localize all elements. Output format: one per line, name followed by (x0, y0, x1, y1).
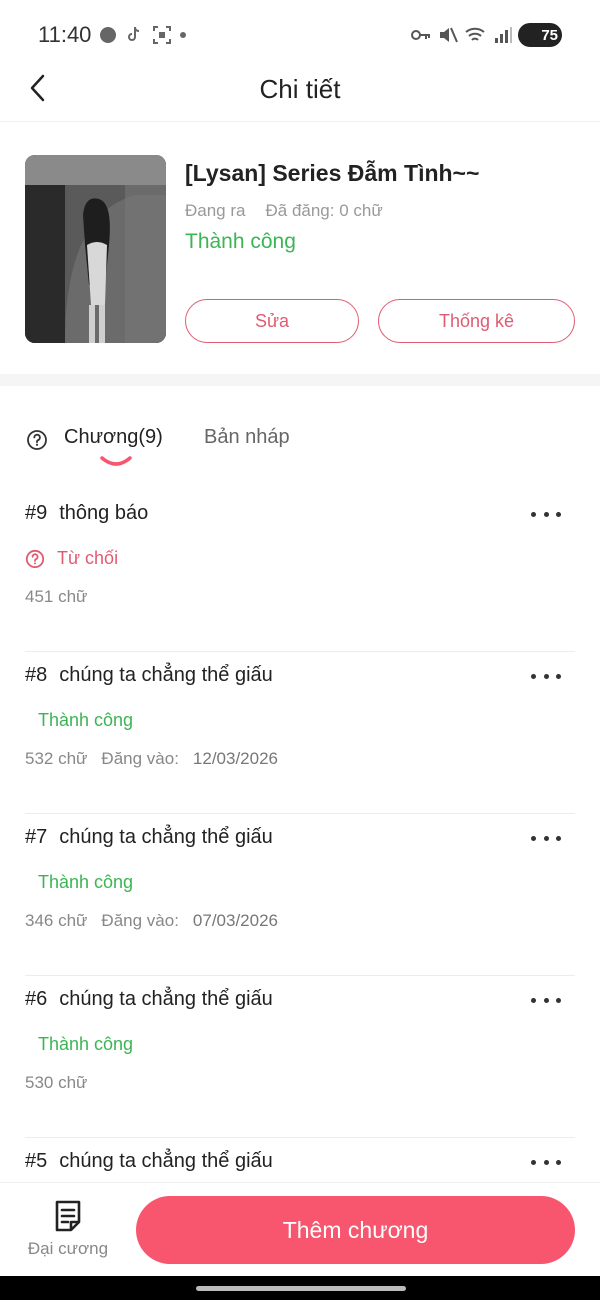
chapter-item[interactable]: #8 chúng ta chẳng thể giấu Thành công 532… (25, 652, 575, 814)
book-word-count: Đã đăng: 0 chữ (265, 201, 383, 220)
chapter-number: #5 (25, 1150, 48, 1172)
bottom-bar: Đại cương Thêm chương (0, 1182, 600, 1276)
chapter-meta: 346 chữ Đăng vào: 07/03/2026 (25, 911, 278, 931)
chapter-title: #7 chúng ta chẳng thể giấu (25, 826, 273, 849)
system-nav-bar (0, 1276, 600, 1300)
section-divider (0, 374, 600, 386)
stats-button[interactable]: Thống kê (378, 299, 575, 343)
header: Chi tiết (0, 58, 600, 122)
more-options-icon[interactable] (531, 828, 561, 848)
book-state: Đang ra (185, 201, 246, 220)
key-icon (411, 30, 430, 40)
chapter-word-count: 532 chữ (25, 749, 88, 768)
chapter-list: #9 thông báo Từ chối 451 chữ #8 chúng ta c… (25, 490, 575, 1300)
chapter-number: #9 (25, 502, 48, 524)
book-meta: Đang ra Đã đăng: 0 chữ (185, 201, 383, 221)
posted-label: Đăng vào: (101, 749, 179, 768)
home-gesture-handle[interactable] (196, 1286, 406, 1291)
posted-label: Đăng vào: (101, 911, 179, 930)
reject-help-icon (25, 549, 45, 568)
chapter-status-text: Từ chối (57, 548, 119, 568)
notification-dot-icon (180, 32, 186, 38)
chapter-word-count: 346 chữ (25, 911, 88, 930)
signal-icon (495, 27, 512, 43)
chapter-title: #6 chúng ta chẳng thể giấu (25, 988, 273, 1011)
chapter-word-count: 451 chữ (25, 587, 88, 606)
screenshot-icon (153, 26, 171, 44)
tab-chapters[interactable]: Chương(9) (64, 426, 163, 449)
chapter-meta: 532 chữ Đăng vào: 12/03/2026 (25, 749, 278, 769)
chapter-name: chúng ta chẳng thể giấu (59, 664, 273, 686)
book-title: [Lysan] Series Đẫm Tình~~ (185, 160, 480, 186)
more-options-icon[interactable] (531, 666, 561, 686)
more-options-icon[interactable] (531, 504, 561, 524)
outline-button[interactable]: Đại cương (20, 1199, 116, 1265)
chapter-title: #8 chúng ta chẳng thể giấu (25, 664, 273, 687)
chapter-status: Thành công (38, 1034, 134, 1054)
add-chapter-button[interactable]: Thêm chương (136, 1196, 575, 1264)
chapter-tabs: Chương(9) Bản nháp (0, 420, 600, 476)
book-card: [Lysan] Series Đẫm Tình~~ Đang ra Đã đăn… (0, 122, 600, 372)
outline-label: Đại cương (27, 1239, 109, 1258)
edit-button[interactable]: Sửa (185, 299, 359, 343)
status-left-icons (100, 22, 186, 48)
active-tab-indicator (100, 456, 132, 466)
page-title: Chi tiết (259, 74, 341, 104)
chapter-status: Thành công (38, 872, 134, 892)
chapter-title: #9 thông báo (25, 502, 148, 525)
cover-photo (25, 155, 166, 343)
document-icon (55, 1200, 81, 1232)
chapter-word-count: 530 chữ (25, 1073, 88, 1092)
chapter-item[interactable]: #7 chúng ta chẳng thể giấu Thành công 346… (25, 814, 575, 976)
chapter-number: #8 (25, 664, 48, 686)
chapter-item[interactable]: #9 thông báo Từ chối 451 chữ (25, 490, 575, 652)
battery-level: 75 (541, 26, 558, 44)
chapter-name: thông báo (59, 502, 149, 524)
more-options-icon[interactable] (531, 1152, 561, 1172)
chapter-name: chúng ta chẳng thể giấu (59, 1150, 273, 1172)
book-status: Thành công (185, 230, 296, 253)
chapter-title: #5 chúng ta chẳng thể giấu (25, 1150, 273, 1173)
posted-date: 12/03/2026 (192, 749, 279, 768)
moon-icon (100, 27, 116, 43)
chapter-status: Thành công (38, 710, 134, 730)
status-right-icons: 75 (410, 22, 562, 48)
chapter-meta: 530 chữ (25, 1073, 87, 1093)
tiktok-icon (128, 26, 140, 41)
more-options-icon[interactable] (531, 990, 561, 1010)
help-icon[interactable] (26, 429, 48, 451)
posted-date: 07/03/2026 (192, 911, 279, 930)
mute-icon (440, 27, 458, 43)
chapter-name: chúng ta chẳng thể giấu (59, 988, 273, 1010)
chapter-meta: 451 chữ (25, 587, 87, 607)
tab-drafts[interactable]: Bản nháp (204, 426, 290, 449)
chapter-item[interactable]: #6 chúng ta chẳng thể giấu Thành công 530… (25, 976, 575, 1138)
battery-indicator: 75 (518, 23, 562, 47)
chapter-name: chúng ta chẳng thể giấu (59, 826, 273, 848)
wifi-icon (465, 27, 485, 41)
status-time: 11:40 (38, 22, 92, 47)
book-cover-image[interactable] (25, 155, 166, 343)
chapter-number: #7 (25, 826, 48, 848)
chapter-status: Từ chối (25, 548, 118, 569)
chapter-number: #6 (25, 988, 48, 1010)
